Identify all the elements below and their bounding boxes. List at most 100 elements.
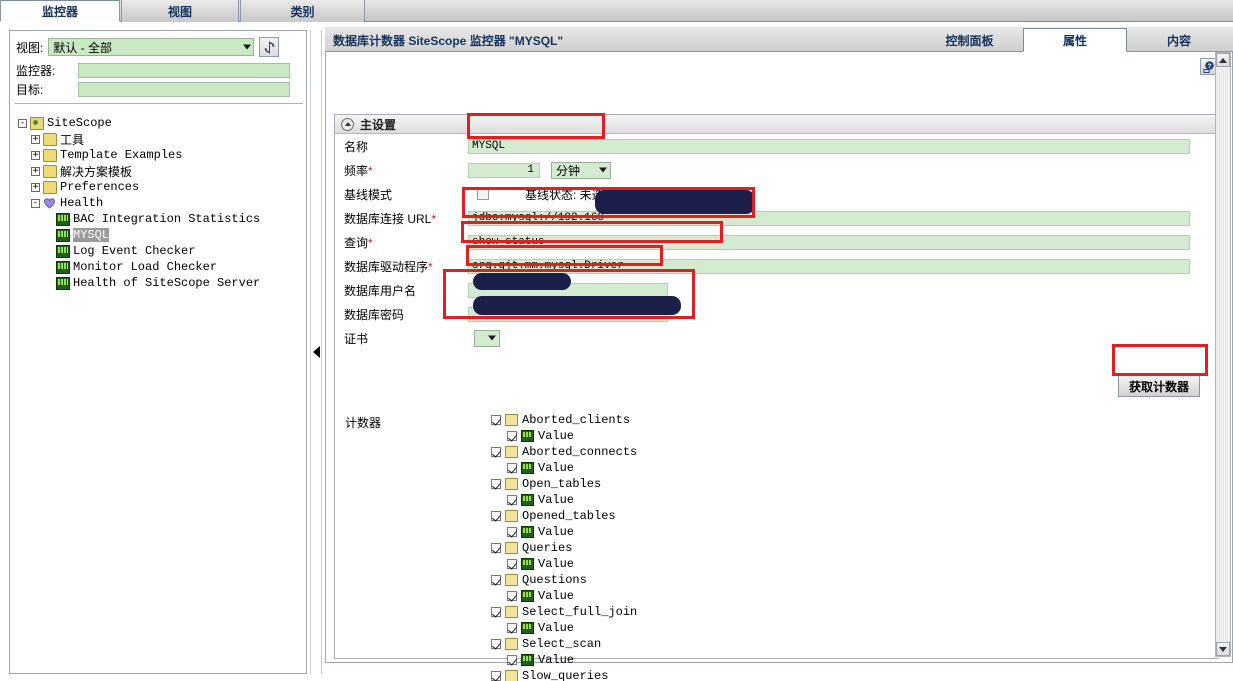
collapse-toggle-icon[interactable]: - (18, 118, 27, 128)
tree-item-health[interactable]: - Health (18, 195, 302, 211)
chevron-up-icon[interactable] (341, 117, 354, 131)
counter-row[interactable]: Select_scan (491, 636, 1091, 652)
counter-row[interactable]: Queries (491, 540, 1091, 556)
tree-item-mysql[interactable]: MYSQL (18, 227, 302, 243)
folder-icon (505, 670, 518, 681)
counter-label: Opened_tables (522, 509, 616, 523)
counter-row[interactable]: Aborted_connects (491, 444, 1091, 460)
tree-item-monitor-load-checker[interactable]: Monitor Load Checker (18, 259, 302, 275)
settings-form: 名称 MYSQL 频率* 1 分钟 基线模式 基线状态: 数据库连接 URL* … (335, 134, 1219, 350)
help-icon: ? (1203, 61, 1214, 73)
tree-item-health-of-sitescope-server[interactable]: Health of SiteScope Server (18, 275, 302, 291)
tree-item-bac-integration-statistics[interactable]: BAC Integration Statistics (18, 211, 302, 227)
folder-icon (43, 164, 57, 178)
counter-row[interactable]: Value (491, 492, 1091, 508)
expand-toggle-icon[interactable]: + (31, 134, 40, 144)
counter-checkbox[interactable] (491, 415, 501, 425)
counter-checkbox[interactable] (491, 607, 501, 617)
counter-row[interactable]: Value (491, 524, 1091, 540)
scrollbar-track[interactable] (1217, 68, 1229, 641)
counter-checkbox[interactable] (491, 479, 501, 489)
name-input[interactable]: MYSQL (468, 138, 1190, 154)
baseline-mode-checkbox[interactable] (477, 188, 489, 200)
counter-row[interactable]: Value (491, 428, 1091, 444)
main-settings-header[interactable]: 主设置 (335, 115, 1219, 134)
required-marker: * (368, 163, 373, 178)
view-dropdown-value: 默认 - 全部 (53, 40, 113, 55)
counter-row[interactable]: Value (491, 460, 1091, 476)
db-url-input[interactable]: jdbc:mysql://192.168 (468, 210, 1190, 226)
tree-item--[interactable]: + 解决方案模板 (18, 163, 302, 179)
target-filter-input[interactable] (78, 82, 290, 97)
page-title: 数据库计数器 SiteScope 监控器 "MYSQL" (333, 34, 564, 48)
scroll-up-button[interactable] (1216, 53, 1230, 67)
expand-toggle-icon[interactable]: + (31, 150, 40, 160)
db-driver-label-text: 数据库驱动程序 (344, 259, 429, 274)
counter-row[interactable]: Open_tables (491, 476, 1091, 492)
tab-categories[interactable]: 类别 (240, 0, 365, 22)
tab-control-panel[interactable]: 控制面板 (922, 28, 1017, 52)
view-dropdown[interactable]: 默认 - 全部 (48, 38, 255, 56)
counter-label: Value (538, 621, 575, 635)
counter-checkbox[interactable] (491, 671, 501, 681)
frequency-unit-dropdown[interactable]: 分钟 (551, 161, 611, 179)
frequency-input[interactable]: 1 (468, 162, 540, 178)
counter-row[interactable]: Aborted_clients (491, 412, 1091, 428)
counter-label: Value (538, 653, 575, 667)
counter-checkbox[interactable] (507, 463, 517, 473)
tree-item-sitescope[interactable]: - SiteScope (18, 115, 302, 131)
db-password-label: 数据库密码 (344, 307, 405, 322)
counter-checkbox[interactable] (507, 591, 517, 601)
query-label: 查询* (344, 234, 373, 251)
folder-icon (505, 606, 518, 618)
tab-properties[interactable]: 属性 (1023, 28, 1127, 52)
counter-row[interactable]: Value (491, 588, 1091, 604)
counter-checkbox[interactable] (507, 527, 517, 537)
panel-collapse-handle[interactable] (310, 30, 322, 674)
monitor-filter-input[interactable] (78, 63, 290, 78)
folder-icon (43, 180, 57, 194)
collapse-toggle-icon[interactable]: - (31, 198, 40, 208)
counter-checkbox[interactable] (507, 559, 517, 569)
query-input[interactable]: show status (468, 234, 1190, 250)
expand-toggle-icon[interactable]: + (31, 182, 40, 192)
counter-checkbox[interactable] (491, 543, 501, 553)
folder-icon (505, 574, 518, 586)
counter-checkbox[interactable] (507, 431, 517, 441)
get-counters-button[interactable]: 获取计数器 (1118, 375, 1200, 397)
db-driver-input[interactable]: org.gjt.mm.mysql.Driver (468, 258, 1190, 274)
counter-row[interactable]: Value (491, 652, 1091, 668)
counter-checkbox[interactable] (507, 655, 517, 665)
counter-checkbox[interactable] (507, 495, 517, 505)
tree-item-log-event-checker[interactable]: Log Event Checker (18, 243, 302, 259)
counter-checkbox[interactable] (507, 623, 517, 633)
scroll-down-button[interactable] (1216, 642, 1230, 656)
expand-toggle-icon[interactable]: + (31, 166, 40, 176)
counter-checkbox[interactable] (491, 447, 501, 457)
vertical-scrollbar[interactable] (1215, 52, 1231, 657)
tree-item-label: Template Examples (60, 148, 183, 162)
refresh-button[interactable] (259, 37, 280, 57)
tree-item-template-examples[interactable]: + Template Examples (18, 147, 302, 163)
chevron-up-icon (1219, 57, 1227, 63)
tab-content[interactable]: 内容 (1133, 28, 1225, 52)
counter-row[interactable]: Select_full_join (491, 604, 1091, 620)
counter-checkbox[interactable] (491, 575, 501, 585)
tree-item-preferences[interactable]: + Preferences (18, 179, 302, 195)
tab-monitors[interactable]: 监控器 (0, 0, 120, 22)
counter-row[interactable]: Slow_queries (491, 668, 1091, 681)
tab-views[interactable]: 视图 (121, 0, 239, 22)
counter-row[interactable]: Value (491, 556, 1091, 572)
certificate-dropdown[interactable] (474, 329, 500, 347)
baseline-mode-label: 基线模式 (344, 187, 393, 202)
counter-row[interactable]: Value (491, 620, 1091, 636)
target-filter-label: 目标: (16, 83, 44, 97)
view-selector-row: 视图: 默认 - 全部 (16, 37, 302, 57)
chevron-down-icon (488, 335, 496, 341)
counter-checkbox[interactable] (491, 511, 501, 521)
tree-item--[interactable]: + 工具 (18, 131, 302, 147)
counter-row[interactable]: Questions (491, 572, 1091, 588)
counter-row[interactable]: Opened_tables (491, 508, 1091, 524)
counter-checkbox[interactable] (491, 639, 501, 649)
